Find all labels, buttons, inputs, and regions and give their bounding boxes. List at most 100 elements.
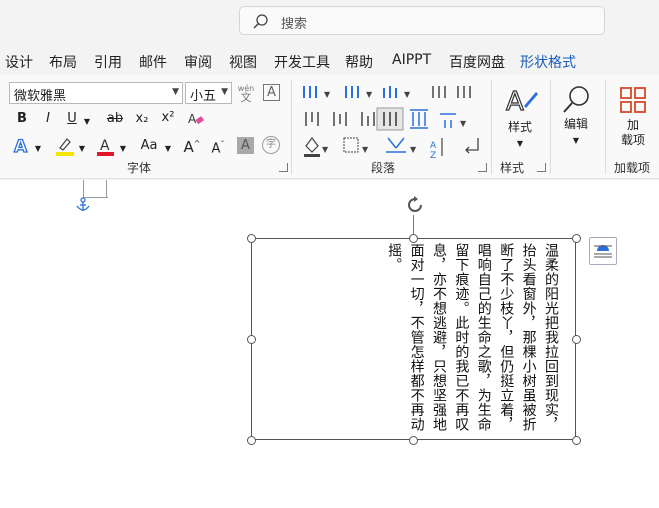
layout-options-button[interactable]	[589, 237, 617, 265]
chevron-down-icon[interactable]: ▼	[164, 141, 172, 157]
text-effects-icon[interactable]: A	[12, 136, 32, 156]
chevron-down-icon[interactable]: ▼	[78, 141, 86, 157]
font-name-combo[interactable]: 微软雅黑 ▼	[9, 82, 183, 104]
char-shading-button[interactable]: A	[237, 137, 254, 154]
layout-options-icon	[594, 245, 612, 258]
addins-button[interactable]: 加 载项	[617, 118, 649, 148]
anchor-connector-vertical	[106, 180, 107, 197]
chevron-down-icon[interactable]: ▼	[516, 136, 524, 152]
resize-handle-top-right[interactable]	[572, 234, 581, 243]
tab-mailings[interactable]: 邮件	[139, 52, 167, 72]
paragraph-controls: ▼ ▼ ▼ ▼ ▼ ▼ ▼ A Z	[303, 86, 479, 161]
svg-text:A: A	[430, 141, 437, 151]
decrease-indent-icon	[432, 86, 446, 98]
tab-shape-format[interactable]: 形状格式	[520, 52, 576, 72]
svg-text:▼: ▼	[324, 90, 331, 99]
increase-indent-icon	[457, 86, 471, 98]
rotate-handle-icon[interactable]	[405, 195, 425, 215]
resize-handle-top-left[interactable]	[247, 234, 256, 243]
tab-baidu-netdisk[interactable]: 百度网盘	[449, 52, 505, 72]
chevron-down-icon[interactable]: ▼	[83, 114, 91, 130]
text-box-content[interactable]: 温柔的阳光把我拉回到现实，抬头看窗外，那棵小树虽被折断了不少枝丫，但仍挺立着，唱…	[262, 243, 562, 437]
chevron-down-icon: ▼	[172, 87, 179, 97]
vertical-text-box[interactable]: 温柔的阳光把我拉回到现实，抬头看窗外，那棵小树虽被折断了不少枝丫，但仍挺立着，唱…	[251, 238, 576, 440]
font-size-combo[interactable]: 小五 ▼	[185, 82, 232, 104]
line-spacing-icon	[440, 113, 456, 128]
search-box[interactable]: 搜索	[239, 6, 605, 35]
styles-dialog-launcher-icon[interactable]	[537, 163, 546, 172]
svg-text:▼: ▼	[362, 145, 369, 154]
tab-help[interactable]: 帮助	[345, 52, 373, 72]
addins-icon[interactable]	[619, 86, 647, 114]
resize-handle-bottom[interactable]	[409, 436, 418, 445]
svg-text:▼: ▼	[366, 90, 373, 99]
grow-font-button[interactable]: A^	[183, 136, 201, 155]
chevron-down-icon[interactable]: ▼	[572, 133, 580, 149]
phonetic-guide-button[interactable]: wén 文	[236, 83, 256, 104]
font-name-value: 微软雅黑	[14, 89, 67, 104]
svg-text:A: A	[506, 87, 524, 117]
resize-handle-bottom-right[interactable]	[572, 436, 581, 445]
editing-button[interactable]: 编辑	[561, 116, 591, 132]
change-case-button[interactable]: Aa	[137, 138, 161, 154]
styles-button[interactable]: 样式	[505, 119, 535, 135]
font-group-label: 字体	[127, 161, 152, 175]
font-color-icon[interactable]: A	[96, 136, 116, 156]
resize-handle-right[interactable]	[572, 335, 581, 344]
align-center-icon	[333, 112, 347, 126]
paragraph-group-label: 段落	[371, 161, 396, 175]
find-icon[interactable]	[561, 84, 593, 116]
svg-text:▼: ▼	[404, 90, 411, 99]
italic-button[interactable]: I	[40, 111, 56, 127]
tab-design[interactable]: 设计	[5, 52, 33, 72]
svg-text:Z: Z	[430, 151, 436, 161]
tab-view[interactable]: 视图	[229, 52, 257, 72]
resize-handle-left[interactable]	[247, 335, 256, 344]
shrink-font-button[interactable]: Aˇ	[209, 137, 227, 157]
anchor-icon[interactable]	[76, 197, 90, 213]
underline-button[interactable]: U	[64, 111, 80, 127]
subscript-button[interactable]: x₂	[133, 111, 151, 127]
tab-layout[interactable]: 布局	[49, 52, 77, 72]
superscript-button[interactable]: x²	[159, 110, 177, 126]
highlight-icon[interactable]	[55, 136, 75, 156]
show-marks-icon	[465, 138, 479, 154]
bold-button[interactable]: B	[14, 111, 30, 127]
grow-font-label: A	[183, 138, 194, 156]
tab-developer[interactable]: 开发工具	[274, 52, 330, 72]
svg-text:A: A	[100, 138, 110, 154]
chevron-down-icon[interactable]: ▼	[119, 141, 127, 157]
group-separator	[491, 80, 492, 174]
clear-format-icon[interactable]: A	[187, 110, 205, 128]
bullets-icon	[303, 86, 317, 98]
styles-icon[interactable]: A	[504, 84, 540, 118]
ribbon-tabs: 设计 布局 引用 邮件 审阅 视图 开发工具 帮助 AIPPT 百度网盘 形状格…	[0, 46, 659, 74]
group-separator	[550, 80, 551, 174]
anchor-connector	[83, 180, 108, 198]
chevron-down-icon: ▼	[221, 87, 228, 97]
paragraph-dialog-launcher-icon[interactable]	[478, 163, 487, 172]
svg-text:A: A	[14, 137, 28, 156]
group-separator	[291, 80, 292, 174]
group-separator	[605, 80, 606, 174]
svg-text:▼: ▼	[322, 145, 329, 154]
search-icon	[253, 14, 268, 29]
numbering-icon	[345, 86, 359, 98]
font-dialog-launcher-icon[interactable]	[279, 163, 288, 172]
search-placeholder: 搜索	[281, 17, 308, 32]
resize-handle-top[interactable]	[409, 234, 418, 243]
chevron-down-icon[interactable]: ▼	[34, 141, 42, 157]
wen-char: 文	[240, 91, 252, 104]
strikethrough-button[interactable]: ab	[106, 111, 124, 127]
distributed-icon	[410, 109, 428, 129]
multilevel-list-icon	[383, 86, 397, 98]
enclose-char-button[interactable]: 字	[262, 136, 280, 154]
tab-aippt[interactable]: AIPPT	[392, 52, 431, 68]
svg-text:▼: ▼	[460, 119, 467, 128]
svg-text:A: A	[188, 112, 197, 126]
char-border-button[interactable]: A	[263, 84, 280, 101]
tab-references[interactable]: 引用	[94, 52, 122, 72]
svg-text:▼: ▼	[410, 145, 417, 154]
tab-review[interactable]: 审阅	[184, 52, 212, 72]
resize-handle-bottom-left[interactable]	[247, 436, 256, 445]
